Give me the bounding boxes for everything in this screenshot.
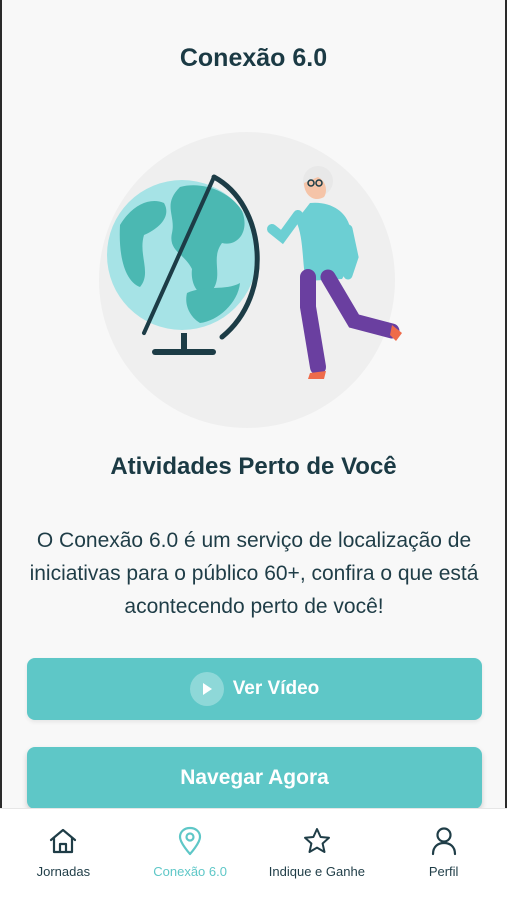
watch-video-button[interactable]: Ver Vídeo <box>27 658 482 720</box>
tab-jornadas[interactable]: Jornadas <box>0 809 127 900</box>
tab-perfil[interactable]: Perfil <box>380 809 507 900</box>
globe-illustration <box>92 125 422 455</box>
user-icon <box>430 826 458 856</box>
page-title: Conexão 6.0 <box>179 44 328 72</box>
tab-conexao[interactable]: Conexão 6.0 <box>127 809 254 900</box>
bottom-tab-bar: Jornadas Conexão 6.0 Indique e Ganhe Per… <box>0 808 507 900</box>
star-icon <box>302 826 332 856</box>
tab-label-conexao: Conexão 6.0 <box>153 864 227 879</box>
navigate-now-button[interactable]: Navegar Agora <box>27 747 482 809</box>
navigate-now-label: Navegar Agora <box>180 766 329 789</box>
description-text: O Conexão 6.0 é um serviço de localizaçã… <box>29 529 479 618</box>
frame-edge-left <box>0 0 2 900</box>
tab-indique-e-ganhe[interactable]: Indique e Ganhe <box>254 809 381 900</box>
tab-label-jornadas: Jornadas <box>36 864 91 879</box>
watch-video-label: Ver Vídeo <box>232 678 320 699</box>
tab-label-perfil: Perfil <box>428 864 459 879</box>
location-pin-icon <box>177 826 203 856</box>
play-icon <box>189 672 224 706</box>
home-icon <box>48 826 78 856</box>
section-title: Atividades Perto de Você <box>110 453 397 480</box>
tab-label-indique: Indique e Ganhe <box>268 864 365 879</box>
